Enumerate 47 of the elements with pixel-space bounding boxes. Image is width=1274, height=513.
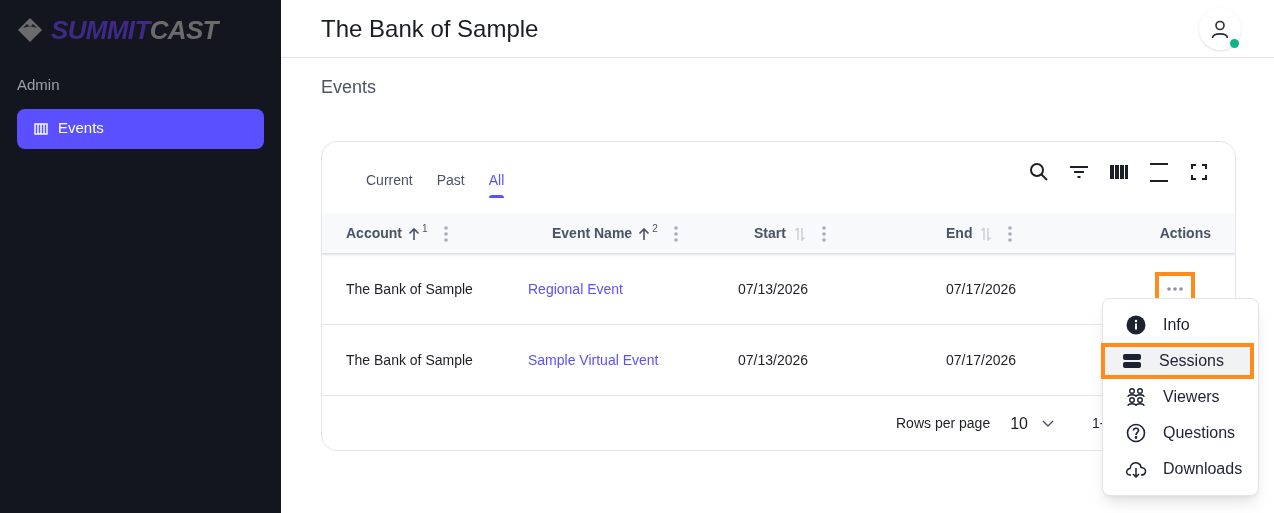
people-group-icon — [1126, 387, 1146, 407]
search-icon[interactable] — [1029, 162, 1049, 182]
column-header[interactable]: Event Name — [552, 223, 633, 244]
info-icon — [1126, 315, 1146, 335]
tab[interactable]: Past — [424, 162, 477, 198]
table-cell-text: The Bank of Sample — [345, 279, 474, 299]
chevron-down-icon — [1041, 419, 1054, 428]
logo-text: SUMMITCAST — [51, 17, 218, 43]
column-header[interactable]: Account — [346, 223, 402, 244]
columns-icon — [34, 122, 48, 135]
column-header[interactable]: Actions — [1159, 223, 1211, 244]
table-cell-text: 07/13/2026 — [738, 350, 810, 370]
sidebar-item[interactable]: Events — [17, 108, 264, 149]
table-cell: 07/17/2026 — [946, 351, 1017, 368]
column-header[interactable]: End — [946, 223, 973, 244]
page-header-title: The Bank of Sample — [321, 13, 539, 44]
fullscreen-icon[interactable] — [1189, 162, 1209, 182]
question-icon — [1126, 423, 1146, 443]
table-cell-text: The Bank of Sample — [345, 350, 474, 370]
sort-order-number: 2 — [652, 222, 658, 236]
table-cell: 07/17/2026 — [946, 280, 1017, 297]
menu-item[interactable]: Viewers — [1103, 379, 1258, 415]
user-icon — [1210, 18, 1230, 39]
sort-ascending-icon[interactable] — [408, 226, 420, 241]
rows-per-page-select[interactable]: 10 — [1010, 411, 1054, 436]
menu-item[interactable]: Sessions — [1101, 343, 1254, 379]
column-header[interactable]: Start — [754, 223, 786, 244]
menu-item[interactable]: Info — [1103, 307, 1258, 343]
user-avatar-button[interactable] — [1199, 7, 1241, 50]
sort-ascending-icon[interactable] — [638, 226, 651, 241]
tab[interactable]: All — [476, 162, 517, 198]
tab[interactable]: Current — [354, 162, 425, 198]
logo-icon — [17, 17, 43, 43]
stacked-bars-icon — [1122, 353, 1142, 369]
section-title: Events — [320, 76, 378, 99]
sidebar-section-label: Admin — [16, 75, 61, 95]
menu-item[interactable]: Questions — [1103, 415, 1258, 451]
cloud-download-icon — [1125, 460, 1147, 478]
table-cell-text: 07/13/2026 — [738, 279, 810, 299]
columns-icon[interactable] — [1109, 162, 1129, 182]
menu-item[interactable]: Downloads — [1103, 451, 1258, 487]
more-icon — [1167, 287, 1183, 291]
sort-order-number: 1 — [422, 222, 428, 236]
event-link[interactable]: Regional Event — [528, 280, 623, 297]
rows-per-page-label: Rows per page — [896, 414, 991, 433]
density-icon[interactable] — [1149, 162, 1169, 182]
event-link[interactable]: Sample Virtual Event — [528, 351, 659, 368]
